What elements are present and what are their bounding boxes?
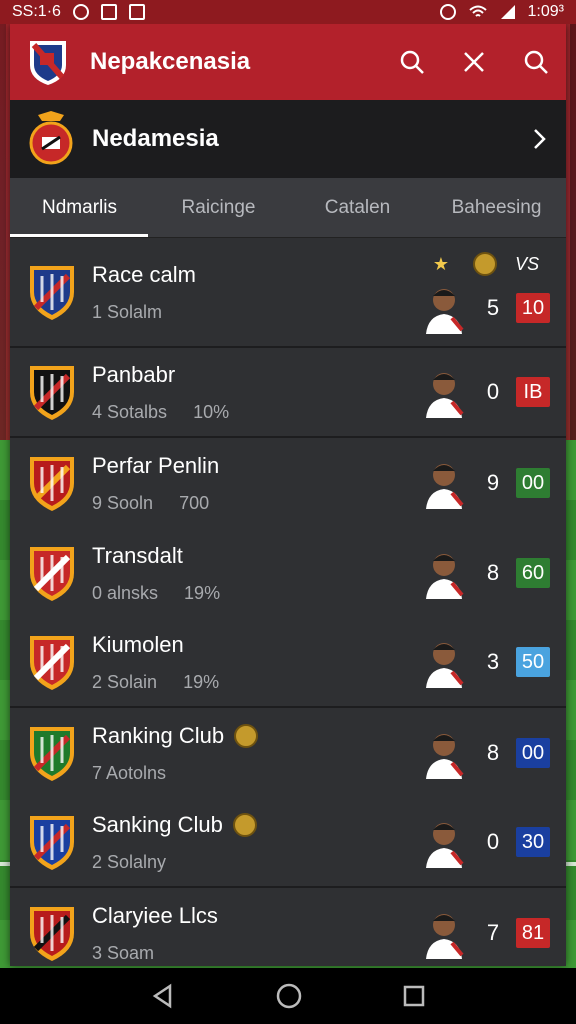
team-crest-icon xyxy=(30,907,74,961)
tab-bar: Ndmarlis Raicinge Catalen Baheesing xyxy=(10,178,566,238)
tab-catalen[interactable]: Catalen xyxy=(288,178,427,237)
alarm-icon xyxy=(439,4,456,20)
player-avatar xyxy=(426,464,464,509)
league-name: Nedamesia xyxy=(92,125,219,152)
score-badge: 00 xyxy=(516,468,550,498)
coin-icon xyxy=(473,252,498,276)
main-panel: Nepakcenasia Nedamesia Ndmarlis Raicinge… xyxy=(10,24,566,966)
list-item[interactable]: Kiumolen 2 Solain 19% 3 50 xyxy=(10,618,566,708)
player-number: 7 xyxy=(486,920,500,945)
search-icon[interactable] xyxy=(522,48,550,76)
team-crest-icon xyxy=(30,366,74,420)
close-icon[interactable] xyxy=(460,48,488,76)
player-avatar xyxy=(426,823,464,868)
status-time: SS:1·6 xyxy=(12,3,61,20)
list-item[interactable]: Ranking Club 7 Aotolns 8 00 xyxy=(10,708,566,798)
chevron-right-icon[interactable] xyxy=(530,127,548,151)
search-icon[interactable] xyxy=(398,48,426,76)
back-icon[interactable] xyxy=(150,983,176,1009)
player-number: 9 xyxy=(486,470,500,495)
navigation-bar xyxy=(0,968,576,1024)
notification-icon xyxy=(72,4,89,20)
player-number: 0 xyxy=(486,829,500,854)
tab-raicinge[interactable]: Raicinge xyxy=(149,178,288,237)
app-title: Nepakcenasia xyxy=(90,48,251,75)
vs-label: VS xyxy=(515,253,540,274)
list-item[interactable]: Perfar Penlin 9 Sooln 700 9 00 xyxy=(10,438,566,528)
recents-icon[interactable] xyxy=(402,984,426,1008)
score-badge: 81 xyxy=(516,918,550,948)
image-notification-icon xyxy=(100,4,117,20)
club-logo-icon xyxy=(30,41,66,85)
team-crest-icon xyxy=(30,636,74,690)
score-badge: 30 xyxy=(516,827,550,857)
player-number: 3 xyxy=(486,649,500,674)
player-avatar xyxy=(426,554,464,599)
player-avatar xyxy=(426,914,464,959)
home-icon[interactable] xyxy=(275,982,303,1010)
app-bar: Nepakcenasia xyxy=(10,24,566,100)
star-icon: ★ xyxy=(432,253,450,274)
player-number: 0 xyxy=(486,379,500,404)
coin-icon xyxy=(234,723,259,748)
team-crest-icon xyxy=(30,816,74,870)
player-avatar xyxy=(426,643,464,688)
standings-list: Race calm 1 Solalm ★ VS 5 10 Panbabr 4 S… xyxy=(10,238,566,966)
list-item[interactable]: Panbabr 4 Sotalbs 10% 0 IB xyxy=(10,348,566,438)
score-badge: 00 xyxy=(516,738,550,768)
league-header[interactable]: Nedamesia xyxy=(10,100,566,178)
team-crest-icon xyxy=(30,547,74,601)
list-item[interactable]: Claryiee Llcs 3 Soam 7 81 xyxy=(10,888,566,966)
team-crest-icon xyxy=(30,727,74,781)
status-clock: 1:09³ xyxy=(527,3,564,20)
score-badge: IB xyxy=(516,377,550,407)
app-notification-icon xyxy=(128,4,145,20)
player-number: 8 xyxy=(486,560,500,585)
active-tab-indicator xyxy=(10,234,148,237)
tab-baheesing[interactable]: Baheesing xyxy=(427,178,566,237)
status-bar: SS:1·6 1:09³ xyxy=(0,0,576,24)
list-item[interactable]: Sanking Club 2 Solalny 0 30 xyxy=(10,798,566,888)
signal-icon xyxy=(500,5,515,19)
player-avatar xyxy=(426,289,464,334)
list-item[interactable]: Race calm 1 Solalm ★ VS 5 10 xyxy=(10,238,566,348)
score-badge: 10 xyxy=(516,293,550,323)
list-item[interactable]: Transdalt 0 alnsks 19% 8 60 xyxy=(10,528,566,618)
player-number: 8 xyxy=(486,740,500,765)
team-crest-icon xyxy=(30,457,74,511)
team-crest-icon xyxy=(30,266,74,320)
coin-icon xyxy=(232,812,257,837)
tab-ndmarlis[interactable]: Ndmarlis xyxy=(10,178,149,237)
player-number: 5 xyxy=(486,295,500,320)
league-crest-icon xyxy=(29,111,73,165)
wifi-icon xyxy=(468,5,487,17)
player-avatar xyxy=(426,373,464,418)
player-avatar xyxy=(426,734,464,779)
score-badge: 50 xyxy=(516,647,550,677)
score-badge: 60 xyxy=(516,558,550,588)
